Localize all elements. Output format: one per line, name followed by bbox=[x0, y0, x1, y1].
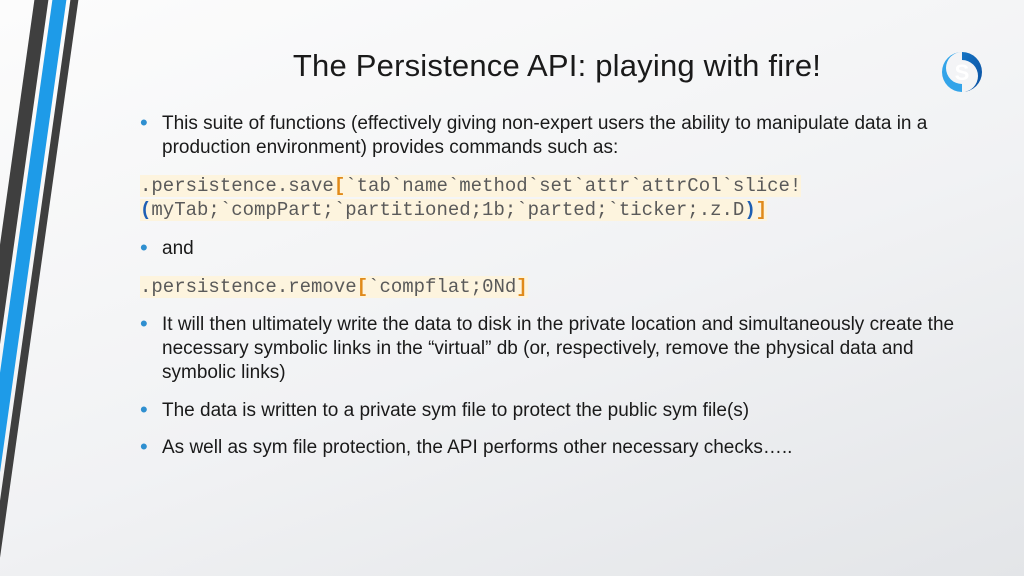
slide: S The Persistence API: playing with fire… bbox=[0, 0, 1024, 576]
bullet-list: and bbox=[140, 237, 974, 261]
slide-content: The Persistence API: playing with fire! … bbox=[140, 48, 974, 474]
code-block-save: .persistence.save[`tab`name`method`set`a… bbox=[140, 174, 974, 223]
bullet-item: As well as sym file protection, the API … bbox=[140, 436, 974, 460]
code-block-remove: .persistence.remove[`compflat;0Nd] bbox=[140, 275, 974, 300]
bullet-list: This suite of functions (effectively giv… bbox=[140, 112, 974, 160]
bullet-item: This suite of functions (effectively giv… bbox=[140, 112, 974, 160]
bullet-item: The data is written to a private sym fil… bbox=[140, 399, 974, 423]
slide-title: The Persistence API: playing with fire! bbox=[140, 48, 974, 84]
bullet-item: and bbox=[140, 237, 974, 261]
bullet-list: It will then ultimately write the data t… bbox=[140, 313, 974, 460]
bullet-item: It will then ultimately write the data t… bbox=[140, 313, 974, 384]
